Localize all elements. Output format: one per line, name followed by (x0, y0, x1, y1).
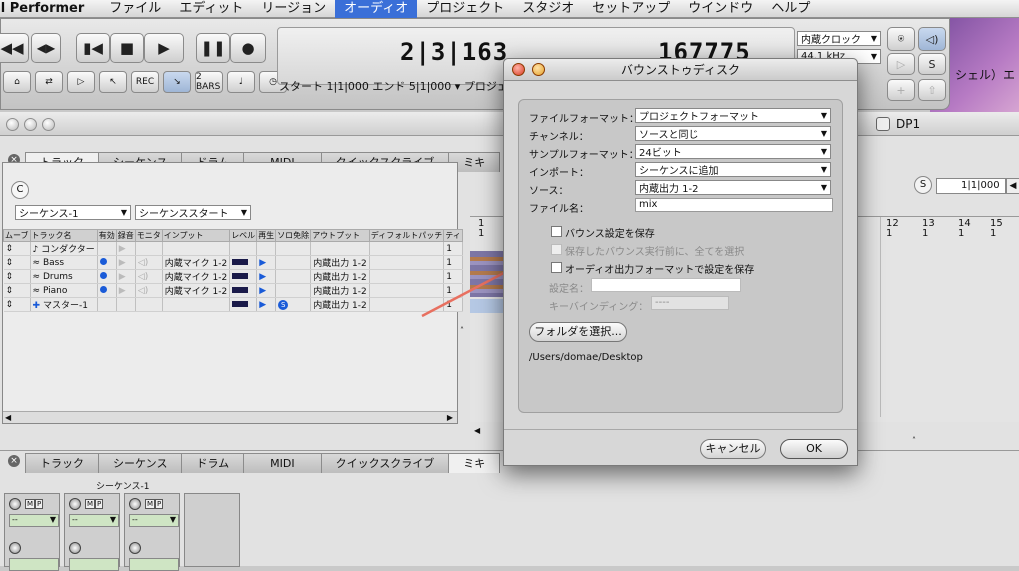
ok-button[interactable]: OK (780, 439, 848, 459)
file-format-select[interactable]: プロジェクトフォーマット ▼ (635, 108, 831, 123)
cancel-button[interactable]: キャンセル (700, 439, 766, 459)
sample-format-label: サンプルフォーマット： (529, 150, 639, 161)
setting-name-label: 設定名： (549, 284, 589, 295)
channel-select[interactable]: ソースと同じ ▼ (635, 126, 831, 141)
setting-name-input[interactable] (591, 278, 741, 292)
save-audio-format-label: オーディオ出力フォーマットで設定を保存 (565, 265, 755, 276)
dialog-title: バウンストゥディスク (504, 59, 857, 81)
filename-input[interactable]: mix (635, 198, 833, 212)
dialog-body: ファイルフォーマット： プロジェクトフォーマット ▼ チャンネル： ソースと同じ ▼… (518, 99, 843, 413)
select-all-label: 保存したバウンス実行前に、全てを選択 (565, 247, 745, 258)
save-bounce-checkbox[interactable] (551, 226, 562, 237)
source-label: ソース： (529, 186, 569, 197)
channel-label: チャンネル： (529, 132, 589, 143)
select-all-checkbox[interactable] (551, 244, 562, 255)
source-select[interactable]: 内蔵出力 1-2 ▼ (635, 180, 831, 195)
import-select[interactable]: シーケンスに追加 ▼ (635, 162, 831, 177)
choose-folder-button[interactable]: フォルダを選択... (529, 322, 627, 342)
save-audio-format-checkbox[interactable] (551, 262, 562, 273)
folder-path: /Users/domae/Desktop (529, 352, 643, 363)
import-label: インポート： (529, 168, 589, 179)
bounce-to-disk-dialog: バウンストゥディスク ファイルフォーマット： プロジェクトフォーマット ▼ チャン… (503, 58, 858, 466)
divider (504, 429, 857, 430)
minimize-icon[interactable] (532, 63, 545, 76)
close-icon[interactable] (512, 63, 525, 76)
sample-format-select[interactable]: 24ビット ▼ (635, 144, 831, 159)
key-binding-input[interactable]: ---- (651, 296, 729, 310)
file-format-label: ファイルフォーマット： (529, 114, 639, 125)
save-bounce-label: バウンス設定を保存 (565, 229, 655, 240)
key-binding-label: キーバインディング： (549, 302, 649, 313)
filename-label: ファイル名： (529, 204, 589, 215)
